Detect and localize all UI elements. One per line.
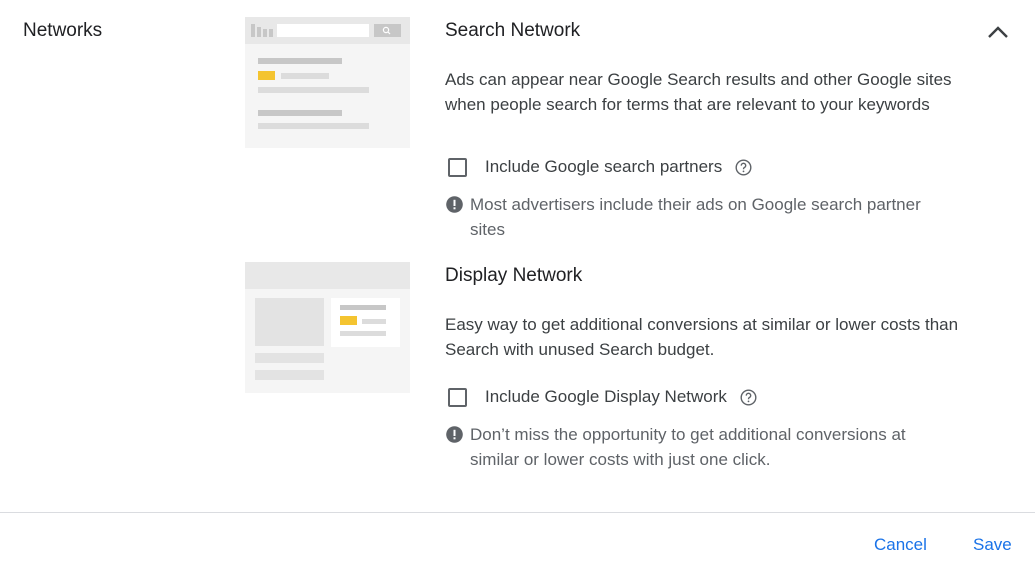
search-network-description: Ads can appear near Google Search result…	[445, 70, 952, 114]
display-network-option: Include Google Display Network	[448, 387, 757, 407]
search-partners-notice-text: Most advertisers include their ads on Go…	[470, 195, 921, 239]
help-circle-icon[interactable]	[735, 158, 752, 176]
search-partners-label[interactable]: Include Google search partners	[485, 157, 722, 177]
exclamation-circle-icon	[446, 196, 463, 213]
save-button[interactable]: Save	[973, 535, 1012, 555]
display-network-checkbox[interactable]	[448, 387, 467, 407]
search-network-illustration	[245, 17, 410, 148]
display-network-illustration	[245, 262, 410, 393]
search-network-title: Search Network	[445, 20, 581, 41]
footer-divider	[0, 512, 1035, 513]
display-network-notice-text: Don’t miss the opportunity to get additi…	[470, 425, 906, 469]
help-circle-icon[interactable]	[740, 388, 757, 406]
cancel-button[interactable]: Cancel	[874, 535, 927, 555]
collapse-button[interactable]	[984, 20, 1012, 44]
chevron-up-icon	[988, 26, 1008, 38]
section-label: Networks	[23, 20, 103, 41]
display-network-notice: Don’t miss the opportunity to get additi…	[446, 422, 946, 472]
search-partners-checkbox[interactable]	[448, 157, 467, 177]
display-network-label[interactable]: Include Google Display Network	[485, 387, 727, 407]
search-partners-notice: Most advertisers include their ads on Go…	[446, 192, 946, 242]
display-network-title: Display Network	[445, 265, 583, 286]
exclamation-circle-icon	[446, 426, 463, 443]
display-network-description: Easy way to get additional conversions a…	[445, 315, 959, 359]
search-partners-option: Include Google search partners	[448, 157, 752, 177]
